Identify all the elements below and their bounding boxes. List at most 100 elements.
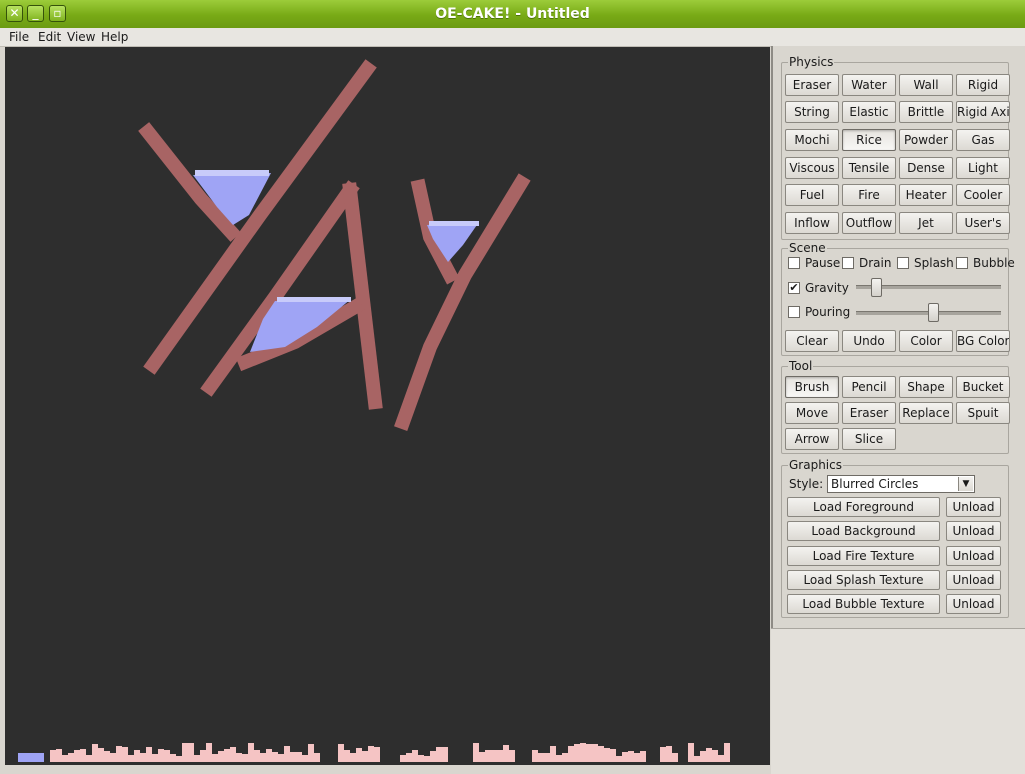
splash-checkbox-box[interactable] [897, 257, 909, 269]
tool-spuit-button[interactable]: Spuit [956, 402, 1010, 424]
powder-particle-column [442, 747, 448, 762]
menu-help[interactable]: Help [101, 30, 128, 44]
physics-water-button[interactable]: Water [842, 74, 896, 96]
physics-label: Physics [788, 55, 835, 69]
physics-eraser-button[interactable]: Eraser [785, 74, 839, 96]
menu-view[interactable]: View [67, 30, 95, 44]
scene-bg-color-button[interactable]: BG Color [956, 330, 1010, 352]
powder-particle-column [272, 752, 278, 762]
powder-particle-column [660, 747, 666, 762]
scene-label: Scene [788, 241, 827, 255]
tool-pencil-button[interactable]: Pencil [842, 376, 896, 398]
tool-label: Tool [788, 359, 814, 373]
bubble-checkbox-box[interactable] [956, 257, 968, 269]
physics-gas-button[interactable]: Gas [956, 129, 1010, 151]
powder-particle-column [580, 743, 586, 762]
chevron-down-icon[interactable]: ▼ [958, 477, 973, 491]
powder-particle-column [418, 755, 424, 762]
gravity-checkbox-box[interactable]: ✔ [788, 282, 800, 294]
pause-checkbox-box[interactable] [788, 257, 800, 269]
load-foreground-button[interactable]: Load Foreground [787, 497, 940, 517]
powder-particle-column [616, 756, 622, 762]
tool-bucket-button[interactable]: Bucket [956, 376, 1010, 398]
physics-rigid-axis-button[interactable]: Rigid Axis [956, 101, 1010, 123]
unload-background-button[interactable]: Unload [946, 521, 1001, 541]
tool-replace-button[interactable]: Replace [899, 402, 953, 424]
window-title: OE-CAKE! - Untitled [435, 6, 590, 22]
physics-string-button[interactable]: String [785, 101, 839, 123]
style-select-value: Blurred Circles [831, 477, 919, 491]
powder-particle-column [712, 750, 718, 762]
drain-label: Drain [859, 256, 892, 270]
unload-splash-texture-button[interactable]: Unload [946, 570, 1001, 590]
menu-edit[interactable]: Edit [38, 30, 61, 44]
powder-particle-column [406, 753, 412, 762]
physics-cooler-button[interactable]: Cooler [956, 184, 1010, 206]
physics-inflow-button[interactable]: Inflow [785, 212, 839, 234]
physics-rice-button[interactable]: Rice [842, 129, 896, 151]
physics-light-button[interactable]: Light [956, 157, 1010, 179]
physics-powder-button[interactable]: Powder [899, 129, 953, 151]
unload-bubble-texture-button[interactable]: Unload [946, 594, 1001, 614]
tool-arrow-button[interactable]: Arrow [785, 428, 839, 450]
physics-rigid-button[interactable]: Rigid [956, 74, 1010, 96]
menu-file[interactable]: File [9, 30, 29, 44]
physics-tensile-button[interactable]: Tensile [842, 157, 896, 179]
tool-move-button[interactable]: Move [785, 402, 839, 424]
physics-fire-button[interactable]: Fire [842, 184, 896, 206]
load-fire-texture-button[interactable]: Load Fire Texture [787, 546, 940, 566]
powder-particle-column [314, 753, 320, 762]
tool-shape-button[interactable]: Shape [899, 376, 953, 398]
powder-particle-column [479, 752, 485, 762]
scene-undo-button[interactable]: Undo [842, 330, 896, 352]
graphics-label: Graphics [788, 458, 843, 472]
drain-checkbox-box[interactable] [842, 257, 854, 269]
physics-dense-button[interactable]: Dense [899, 157, 953, 179]
powder-particle-column [266, 749, 272, 762]
tool-slice-button[interactable]: Slice [842, 428, 896, 450]
powder-particle-column [110, 753, 116, 762]
style-select[interactable]: Blurred Circles ▼ [827, 475, 975, 493]
gravity-slider-handle[interactable] [870, 278, 882, 297]
bubble-label: Bubble [973, 256, 1015, 270]
load-bubble-texture-button[interactable]: Load Bubble Texture [787, 594, 940, 614]
tool-eraser-button[interactable]: Eraser [842, 402, 896, 424]
powder-particle-column [688, 743, 694, 762]
water-surface-3 [277, 297, 351, 302]
water-surface-1 [195, 170, 269, 176]
physics-brittle-button[interactable]: Brittle [899, 101, 953, 123]
unload-foreground-button[interactable]: Unload [946, 497, 1001, 517]
powder-particle-column [140, 753, 146, 762]
title-bar: ✕ _ ▫ OE-CAKE! - Untitled [0, 0, 1025, 29]
physics-jet-button[interactable]: Jet [899, 212, 953, 234]
physics-wall-button[interactable]: Wall [899, 74, 953, 96]
simulation-canvas[interactable] [5, 47, 770, 765]
powder-particle-column [338, 744, 344, 762]
physics-outflow-button[interactable]: Outflow [842, 212, 896, 234]
physics-mochi-button[interactable]: Mochi [785, 129, 839, 151]
powder-particle-column [200, 750, 206, 762]
scene-color-button[interactable]: Color [899, 330, 953, 352]
pouring-slider-handle[interactable] [927, 303, 939, 322]
load-background-button[interactable]: Load Background [787, 521, 940, 541]
physics-heater-button[interactable]: Heater [899, 184, 953, 206]
powder-particle-column [640, 751, 646, 762]
pouring-checkbox-box[interactable] [788, 306, 800, 318]
powder-particle-column [248, 743, 254, 762]
powder-particle-column [556, 755, 562, 762]
powder-particle-column [491, 750, 497, 762]
tool-brush-button[interactable]: Brush [785, 376, 839, 398]
physics-user-s-button[interactable]: User's [956, 212, 1010, 234]
physics-elastic-button[interactable]: Elastic [842, 101, 896, 123]
physics-viscous-button[interactable]: Viscous [785, 157, 839, 179]
load-splash-texture-button[interactable]: Load Splash Texture [787, 570, 940, 590]
powder-particle-column [430, 751, 436, 762]
physics-fuel-button[interactable]: Fuel [785, 184, 839, 206]
powder-particle-column [666, 746, 672, 762]
unload-fire-texture-button[interactable]: Unload [946, 546, 1001, 566]
scene-clear-button[interactable]: Clear [785, 330, 839, 352]
powder-particle-column [194, 755, 200, 762]
powder-particle-column [290, 752, 296, 762]
powder-particle-column [694, 756, 700, 762]
powder-particle-column [724, 743, 730, 762]
